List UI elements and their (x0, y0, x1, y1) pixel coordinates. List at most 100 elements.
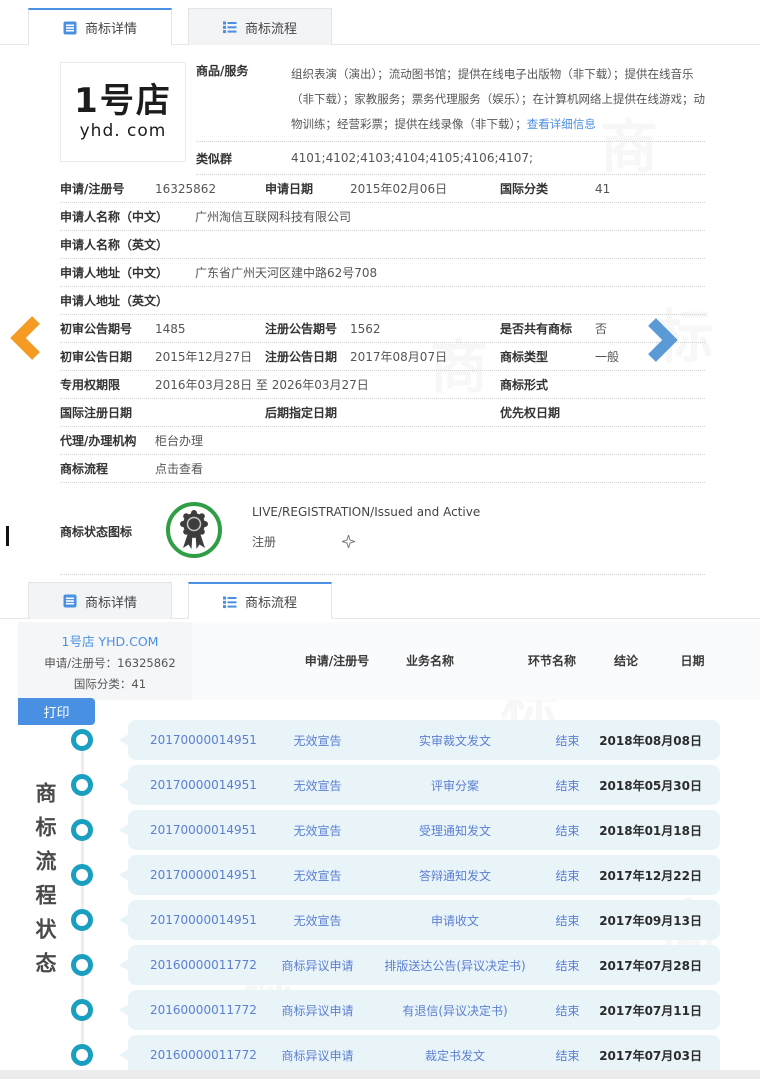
row-business-name: 无效宣告 (293, 778, 342, 793)
next-arrow-icon[interactable] (644, 316, 680, 364)
goods-label: 商品/服务 (196, 64, 249, 78)
column-header-stage-name: 环节名称 (527, 654, 576, 668)
row-stage-name: 实审裁文发文 (418, 733, 491, 748)
crosshair-cursor-icon (342, 535, 356, 548)
row-stage-name: 答辩通知发文 (418, 868, 491, 883)
column-header-business-name: 业务名称 (405, 654, 454, 668)
field-label: 申请人名称（英文） (60, 238, 169, 252)
trademark-status-row: 商标状态图标 LIVE/REGISTRATION/Issued and Acti… (60, 483, 705, 575)
row-date: 2017年09月13日 (599, 913, 702, 928)
tab-trademark-process[interactable]: 商标流程 (188, 8, 332, 45)
status-label: 商标状态图标 (60, 525, 133, 539)
row-stage-name: 受理通知发文 (418, 823, 491, 838)
process-row: 20170000014951 无效宣告 实审裁文发文 结束 2018年08月08… (0, 720, 760, 760)
tab-label: 商标详情 (84, 595, 137, 611)
trademark-process-panel: 商标详情 商标流程 1号店 YHD.COM 申请/注册号：16325862 国际… (0, 582, 760, 1079)
goods-text-content: 组织表演（演出）；流动图书馆；提供在线电子出版物（非下载）；提供在线音乐（非下载… (291, 67, 705, 131)
trademark-name-link[interactable]: 1号店 YHD.COM (62, 631, 159, 650)
tab-label: 商标详情 (84, 22, 137, 37)
view-details-link[interactable]: 查看详细信息 (527, 117, 596, 131)
process-tabbar: 商标详情 商标流程 (0, 582, 760, 619)
tab-trademark-detail[interactable]: 商标详情 (28, 8, 172, 45)
field-label: 注册公告日期 (265, 350, 338, 364)
process-view-link[interactable]: 点击查看 (155, 460, 705, 477)
column-header-result: 结论 (613, 654, 638, 668)
process-row: 20160000011772 商标异议申请 排版送达公告(异议决定书) 结束 2… (0, 945, 760, 985)
row-registration-no[interactable]: 20160000011772 (150, 1048, 270, 1062)
row-business-name: 商标异议申请 (281, 1003, 354, 1018)
status-line-cn: 注册 (252, 535, 277, 549)
row-registration-no[interactable]: 20160000011772 (150, 958, 270, 972)
timeline-node-icon (71, 729, 93, 751)
list-icon (222, 596, 237, 608)
field-label: 初审公告期号 (60, 322, 133, 336)
column-header-registration-no: 申请/注册号 (304, 654, 370, 668)
field-value: 2017年08月07日 (350, 350, 448, 364)
goods-services-row: 商品/服务 组织表演（演出）；流动图书馆；提供在线电子出版物（非下载）；提供在线… (196, 56, 705, 142)
field-label: 初审公告日期 (60, 350, 133, 364)
row-date: 2018年08月08日 (599, 733, 702, 748)
trademark-top-block: 1号店 yhd. com 商品/服务 组织表演（演出）；流动图书馆；提供在线电子… (60, 56, 705, 175)
field-value: 2015年12月27日 (155, 350, 253, 364)
field-label: 国际注册日期 (60, 406, 133, 420)
status-texts: LIVE/REGISTRATION/Issued and Active 注册 (252, 505, 480, 550)
process-row: 20170000014951 无效宣告 申请收文 结束 2017年09月13日 (0, 900, 760, 940)
row-business-name: 无效宣告 (293, 913, 342, 928)
row-stage-name: 评审分案 (430, 778, 479, 793)
field-row: 商标流程 点击查看 (60, 455, 705, 483)
field-label: 专用权期限 (60, 378, 121, 392)
tab-trademark-process[interactable]: 商标流程 (188, 582, 332, 619)
process-row-bubble: 20170000014951 无效宣告 实审裁文发文 结束 2018年08月08… (119, 720, 720, 760)
tab-trademark-detail[interactable]: 商标详情 (28, 582, 172, 619)
field-label: 申请/注册号 (60, 182, 125, 196)
timeline-node-icon (71, 774, 93, 796)
field-label: 后期指定日期 (265, 406, 338, 420)
field-label: 是否共有商标 (500, 322, 573, 336)
process-row: 20160000011772 商标异议申请 裁定书发文 结束 2017年07月0… (0, 1035, 760, 1075)
row-registration-no[interactable]: 20170000014951 (150, 913, 270, 927)
row-business-name: 商标异议申请 (281, 1048, 354, 1063)
row-registration-no[interactable]: 20160000011772 (150, 1003, 270, 1017)
process-row-bubble: 20170000014951 无效宣告 答辩通知发文 结束 2017年12月22… (119, 855, 720, 895)
row-business-name: 无效宣告 (293, 823, 342, 838)
trademark-page: 商 标 商 标 商 标 商标详情 商标流程 1号店 yhd. com (0, 0, 760, 1079)
info-international-class: 国际分类：41 (73, 676, 147, 691)
row-registration-no[interactable]: 20170000014951 (150, 778, 270, 792)
row-date: 2017年07月28日 (599, 958, 702, 973)
field-label: 申请人名称（中文） (60, 210, 169, 224)
field-label: 商标流程 (60, 462, 109, 476)
field-value: 柜台办理 (155, 434, 204, 448)
previous-arrow-icon[interactable] (8, 314, 44, 362)
row-result: 结束 (555, 958, 580, 973)
process-row: 20170000014951 无效宣告 受理通知发文 结束 2018年01月18… (0, 810, 760, 850)
process-row: 20170000014951 无效宣告 评审分案 结束 2018年05月30日 (0, 765, 760, 805)
tab-label: 商标流程 (244, 596, 297, 611)
process-row: 20160000011772 商标异议申请 有退信(异议决定书) 结束 2017… (0, 990, 760, 1030)
field-value: 1485 (155, 321, 186, 336)
row-registration-no[interactable]: 20170000014951 (150, 868, 270, 882)
field-row: 申请人名称（中文） 广州淘信互联网科技有限公司 (60, 203, 705, 231)
tab-label: 商标流程 (244, 21, 297, 37)
next-section-edge (0, 1070, 760, 1079)
process-row-bubble: 20170000014951 无效宣告 申请收文 结束 2017年09月13日 (119, 900, 720, 940)
row-date: 2017年07月11日 (599, 1003, 702, 1018)
row-date: 2018年05月30日 (599, 778, 702, 793)
field-label: 申请人地址（英文） (60, 294, 169, 308)
field-label: 商标形式 (500, 378, 549, 392)
row-date: 2017年07月03日 (599, 1048, 702, 1063)
field-row: 初审公告期号 1485 注册公告期号 1562 是否共有商标 否 (60, 315, 705, 343)
row-result: 结束 (555, 778, 580, 793)
goods-block: 商品/服务 组织表演（演出）；流动图书馆；提供在线电子出版物（非下载）；提供在线… (196, 56, 705, 175)
timeline-node-icon (71, 819, 93, 841)
row-date: 2017年12月22日 (599, 868, 702, 883)
field-value: 41 (595, 181, 611, 196)
row-stage-name: 有退信(异议决定书) (402, 1003, 508, 1018)
row-result: 结束 (555, 733, 580, 748)
field-label: 注册公告期号 (265, 322, 338, 336)
trademark-detail-panel: 商标详情 商标流程 1号店 yhd. com 商品/服务 组织表演（演出）；流动… (0, 8, 760, 576)
row-result: 结束 (555, 823, 580, 838)
row-registration-no[interactable]: 20170000014951 (150, 733, 270, 747)
row-registration-no[interactable]: 20170000014951 (150, 823, 270, 837)
registration-award-badge-icon (166, 502, 222, 558)
field-value: 广东省广州天河区建中路62号708 (195, 266, 378, 280)
